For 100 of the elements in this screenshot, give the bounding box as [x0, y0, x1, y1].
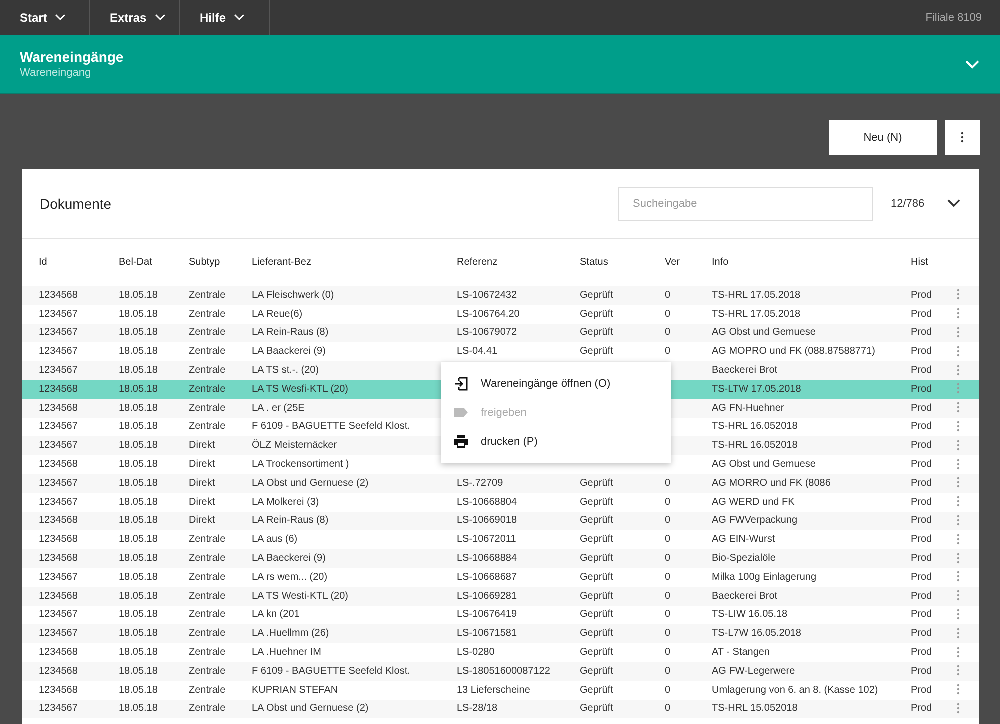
table-cell-text: LA Obst und Gernuese (2)	[252, 478, 370, 489]
table-cell-text: Prod	[911, 478, 934, 489]
column-header: Id	[39, 257, 48, 268]
table-cell-text: LA TS Wesfi-KTL (20)	[252, 384, 350, 395]
table-cell-text: Geprüft	[580, 666, 614, 677]
table-cell-text: LA Baeckerei (9)	[252, 553, 327, 564]
table-cell-text: Geprüft	[580, 327, 614, 338]
table-cell-text: LS-0280	[457, 647, 496, 658]
table-cell-text: LA Rein-Raus (8)	[252, 515, 330, 526]
table-cell-text: Prod	[911, 553, 934, 564]
table-cell-text: 18.05.18	[119, 647, 159, 658]
table-cell-text: Geprüft	[580, 308, 614, 320]
table-cell-text: AT - Stangen	[712, 647, 771, 658]
table-cell-text: Zentrale	[189, 609, 227, 620]
table-cell-text: Zentrale	[189, 346, 227, 358]
table-cell-text: 1234568	[39, 666, 79, 677]
table-cell-text: AG FWVerpackung	[712, 515, 799, 526]
table-cell-text: Prod	[911, 534, 934, 546]
table-cell-text: TS-HRL 16.052018	[712, 421, 799, 432]
table-cell-text: LA TS Westi-KTL (20)	[252, 590, 350, 602]
table-cell-text: LS-10679072	[457, 327, 518, 338]
table-cell-text: LA Molkerei (3)	[252, 496, 320, 508]
table-cell-text: 18.05.18	[119, 666, 159, 677]
table-cell-text: LS-10669018	[457, 515, 518, 526]
table-cell-text: Zentrale	[189, 402, 227, 414]
table-cell-text: 18.05.18	[119, 346, 159, 358]
table-cell-text: Prod	[911, 402, 934, 414]
table-cell-text: AG FN-Huehner	[712, 402, 786, 414]
table-cell-text: TS-L7W 16.05.2018	[712, 628, 802, 640]
table-cell-text: 18.05.18	[119, 308, 159, 320]
card-title: Dokumente	[40, 196, 113, 212]
table-cell-text: Zentrale	[189, 572, 227, 583]
table-cell-text: LS-28/18	[457, 703, 499, 714]
table-cell-text: Zentrale	[189, 421, 227, 432]
record-count: 12/786	[891, 198, 926, 210]
table-cell-text: Zentrale	[189, 647, 227, 658]
table-cell-text: Prod	[911, 384, 934, 395]
table-cell-text: 1234567	[39, 703, 79, 714]
table-cell-text: TS-HRL 15.052018	[712, 703, 799, 714]
table-cell-text: LS-106764.20	[457, 308, 521, 320]
table-cell-text: LS-.72709	[457, 478, 504, 489]
table-cell-text: 0	[665, 346, 672, 358]
branch-label: Filiale 8109	[926, 12, 983, 24]
table-cell-text: Geprüft	[580, 534, 614, 546]
table-cell-text: 1234568	[39, 553, 79, 564]
table-cell-text: LS-10668804	[457, 496, 518, 508]
table-cell-text: TS-HRL 16.052018	[712, 440, 799, 452]
table-cell-text: 18.05.18	[119, 515, 159, 526]
table-cell-text: 1234568	[39, 290, 79, 301]
table-cell-text: Umlagerung von 6. an 8. (Kasse 102)	[712, 684, 880, 696]
table-cell-text: Geprüft	[580, 290, 614, 301]
table-cell-text: 0	[665, 666, 672, 677]
table-cell-text: LA Reue(6)	[252, 308, 304, 320]
table-cell-text: Prod	[911, 647, 934, 658]
table-cell-text: Prod	[911, 590, 934, 602]
table-cell-text: Geprüft	[580, 647, 614, 658]
table-cell-text: LA .Huellmm (26)	[252, 628, 330, 640]
table-cell-text: AG MOPRO und FK (088.87588771)	[712, 346, 876, 358]
table-cell-text: 18.05.18	[119, 290, 159, 301]
table-cell-text: Prod	[911, 308, 934, 320]
table-cell-text: Geprüft	[580, 609, 614, 620]
table-cell-text: 0	[665, 684, 672, 696]
table-cell-text: 1234567	[39, 346, 79, 358]
table-cell-text: LS-04.41	[457, 346, 499, 358]
table-cell-text: 18.05.18	[119, 459, 159, 470]
table-cell-text: 18.05.18	[119, 496, 159, 508]
table-cell-text: Direkt	[189, 515, 216, 526]
table-cell-text: Geprüft	[580, 515, 614, 526]
table-cell-text: Direkt	[189, 459, 216, 470]
table-cell-text: 18.05.18	[119, 402, 159, 414]
table-cell-text: 0	[665, 308, 672, 320]
table-cell-text: Bio-Spezialöle	[712, 553, 777, 564]
table-cell-text: AG FW-Legerwere	[712, 666, 796, 677]
table-cell-text: 1234568	[39, 384, 79, 395]
table-cell-text: Prod	[911, 666, 934, 677]
table-cell-text: Prod	[911, 421, 934, 432]
table-cell-text: Zentrale	[189, 308, 227, 320]
table-cell-text: AG MORRO und FK (8086	[712, 478, 832, 489]
table-cell-text: 1234567	[39, 496, 79, 508]
table-cell-text: 0	[665, 647, 672, 658]
table-cell-text: Direkt	[189, 440, 216, 452]
menu-item-label: drucken (P)	[481, 436, 538, 448]
table-cell-text: Prod	[911, 515, 934, 526]
table-cell-text: Prod	[911, 703, 934, 714]
table-cell-text: TS-HRL 17.05.2018	[712, 290, 802, 301]
column-header: Info	[712, 257, 730, 268]
table-cell-text: Geprüft	[580, 572, 614, 583]
table-cell-text: 18.05.18	[119, 421, 159, 432]
table-cell-text: Zentrale	[189, 628, 227, 640]
table-cell-text: 0	[665, 590, 672, 602]
table-cell-text: Zentrale	[189, 703, 227, 714]
table-cell-text: ÖLZ Meisternäcker	[252, 440, 338, 452]
table-cell-text: 0	[665, 496, 672, 508]
table-cell-text: 18.05.18	[119, 628, 159, 640]
column-header: Referenz	[457, 257, 499, 268]
table-cell-text: LA kn (201	[252, 609, 301, 620]
table-cell-text: 0	[665, 515, 672, 526]
table-cell-text: 0	[665, 534, 672, 546]
menu-item-label: freigeben	[481, 406, 527, 418]
table-cell-text: LS-10672011	[457, 534, 518, 546]
